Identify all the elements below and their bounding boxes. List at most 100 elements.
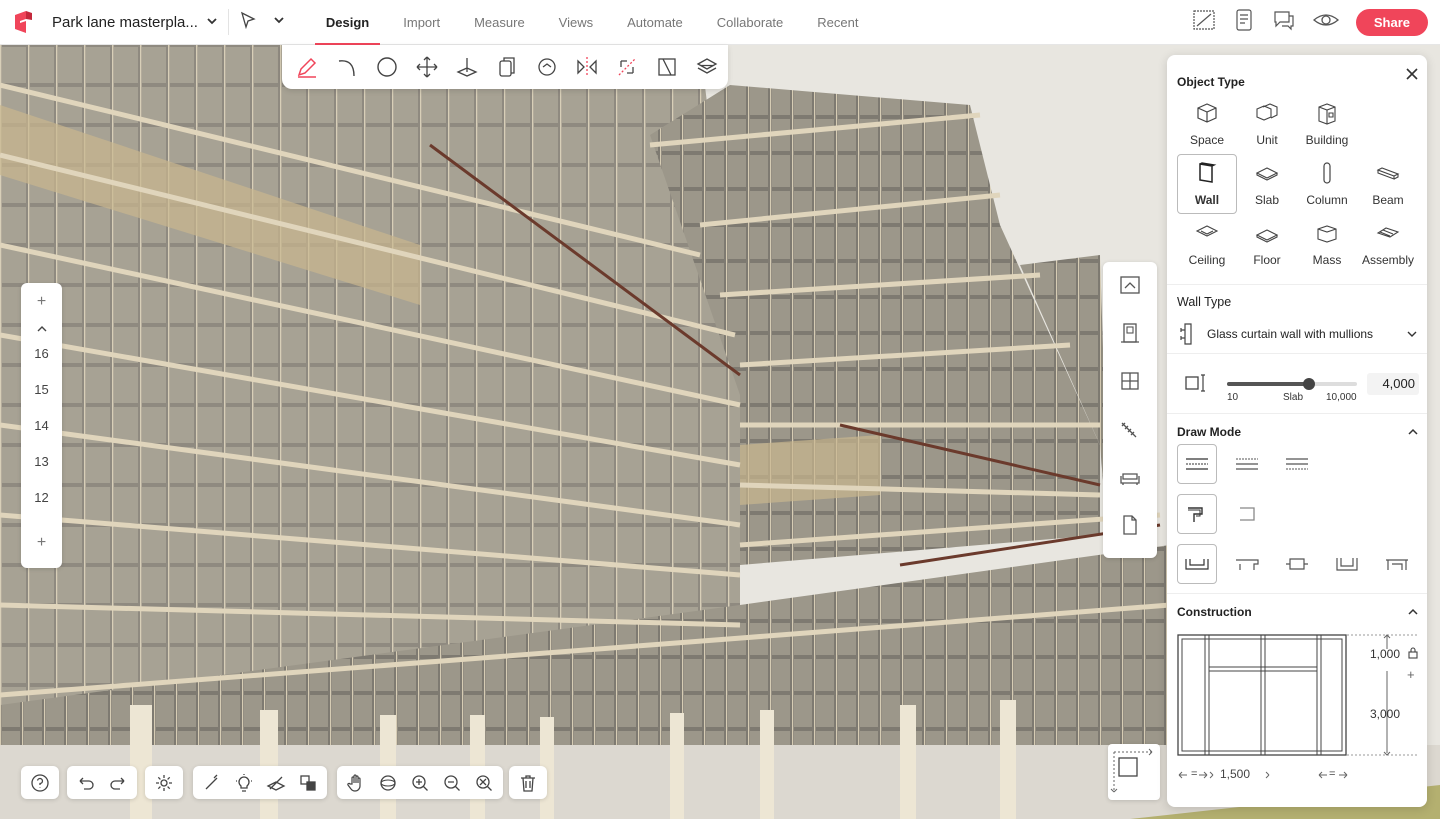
cost-report-icon[interactable] xyxy=(1232,8,1256,37)
object-floor[interactable]: Floor xyxy=(1237,215,1297,273)
furniture-tool[interactable] xyxy=(1113,460,1147,494)
import-model-tool[interactable] xyxy=(1113,268,1147,302)
add-row-icon[interactable]: + xyxy=(1407,667,1415,682)
chevron-up-icon[interactable] xyxy=(1407,606,1419,620)
level-item[interactable]: 15 xyxy=(21,371,62,407)
delete-button[interactable] xyxy=(515,770,541,796)
document-tool[interactable] xyxy=(1113,508,1147,542)
join-left-button[interactable] xyxy=(1227,544,1267,584)
comments-icon[interactable] xyxy=(1272,8,1296,37)
height-max: 10,000 xyxy=(1326,392,1357,403)
tab-views[interactable]: Views xyxy=(548,0,604,45)
object-building[interactable]: Building xyxy=(1297,95,1357,153)
floor-icon xyxy=(1255,229,1279,243)
height-input[interactable]: 4,000 xyxy=(1367,373,1419,395)
tab-collaborate[interactable]: Collaborate xyxy=(706,0,795,45)
pan-tool[interactable] xyxy=(343,770,369,796)
level-item[interactable]: 14 xyxy=(21,407,62,443)
join-inside-button[interactable] xyxy=(1327,544,1367,584)
app-logo[interactable] xyxy=(12,10,36,34)
draw-interior-button[interactable] xyxy=(1227,444,1267,484)
tab-design[interactable]: Design xyxy=(314,0,381,46)
door-tool[interactable] xyxy=(1113,316,1147,350)
zoom-extents-tool[interactable] xyxy=(471,770,497,796)
copy-tool[interactable] xyxy=(494,54,520,80)
chevron-up-icon[interactable] xyxy=(1407,426,1419,440)
assembly-icon xyxy=(1376,227,1400,238)
eye-icon[interactable] xyxy=(1312,8,1340,37)
floorplan-icon[interactable] xyxy=(1192,8,1216,37)
join-butt-button[interactable] xyxy=(1177,544,1217,584)
height-slider-thumb[interactable] xyxy=(1302,378,1315,390)
level-item[interactable]: 16 xyxy=(21,335,62,371)
rotate-tool[interactable] xyxy=(534,54,560,80)
lock-icon[interactable] xyxy=(1408,647,1418,662)
help-button[interactable] xyxy=(27,770,53,796)
tab-measure[interactable]: Measure xyxy=(463,0,536,45)
section-tool[interactable] xyxy=(654,54,680,80)
select-tool-button[interactable] xyxy=(239,11,285,34)
circle-tool[interactable] xyxy=(374,54,400,80)
zoom-out-tool[interactable] xyxy=(439,770,465,796)
height-slider-fill xyxy=(1227,382,1309,386)
top-bar: Park lane masterpla... Design Import Mea… xyxy=(0,0,1440,46)
draw-exterior-button[interactable] xyxy=(1277,444,1317,484)
draw-single-button[interactable] xyxy=(1227,494,1267,534)
material-tool[interactable] xyxy=(694,54,720,80)
undo-button[interactable] xyxy=(73,770,99,796)
add-level-top-button[interactable]: + xyxy=(21,283,62,321)
join-outside-button[interactable] xyxy=(1377,544,1417,584)
delete-group xyxy=(509,766,547,799)
object-mass[interactable]: Mass xyxy=(1297,215,1357,273)
sofa-icon xyxy=(1120,473,1140,485)
construction-middle-value[interactable]: 3,000 xyxy=(1370,707,1400,721)
push-pull-tool[interactable] xyxy=(454,54,480,80)
object-space[interactable]: Space xyxy=(1177,95,1237,153)
object-slab[interactable]: Slab xyxy=(1237,155,1297,213)
stairs-tool[interactable] xyxy=(1113,412,1147,446)
join-mid-button[interactable] xyxy=(1277,544,1317,584)
share-button[interactable]: Share xyxy=(1355,9,1428,36)
object-beam[interactable]: Beam xyxy=(1358,155,1418,213)
height-slider[interactable] xyxy=(1227,378,1357,390)
object-ceiling[interactable]: Ceiling xyxy=(1177,215,1237,273)
tab-automate[interactable]: Automate xyxy=(616,0,694,45)
chevron-up-icon[interactable] xyxy=(37,321,47,335)
orbit-tool[interactable] xyxy=(375,770,401,796)
construction-title: Construction xyxy=(1177,605,1252,619)
construction-bottom-dims: = 1,500 = xyxy=(1177,767,1421,783)
split-tool[interactable] xyxy=(614,54,640,80)
construction-top-value[interactable]: 1,000 xyxy=(1370,647,1400,661)
section-plane-tool[interactable] xyxy=(263,770,289,796)
help-group xyxy=(21,766,59,799)
project-selector[interactable]: Park lane masterpla... xyxy=(52,14,218,31)
draw-centerline-button[interactable] xyxy=(1177,444,1217,484)
settings-button[interactable] xyxy=(151,770,177,796)
object-label: Floor xyxy=(1253,253,1281,267)
arc-tool[interactable] xyxy=(334,54,360,80)
object-unit[interactable]: Unit xyxy=(1237,95,1297,153)
draw-chain-button[interactable] xyxy=(1177,494,1217,534)
layers-tool[interactable] xyxy=(295,770,321,796)
wall-type-dropdown[interactable]: Glass curtain wall with mullions xyxy=(1177,321,1421,347)
left-join-icon xyxy=(1236,559,1259,570)
move-tool[interactable] xyxy=(414,54,440,80)
zoom-in-tool[interactable] xyxy=(407,770,433,796)
object-column[interactable]: Column xyxy=(1297,155,1357,213)
add-level-bottom-button[interactable]: + xyxy=(21,525,62,561)
hide-icon xyxy=(205,774,218,789)
tab-recent[interactable]: Recent xyxy=(806,0,869,45)
pencil-tool[interactable] xyxy=(294,54,320,80)
tab-import[interactable]: Import xyxy=(392,0,451,45)
object-wall[interactable]: Wall xyxy=(1177,154,1237,214)
window-tool[interactable] xyxy=(1113,364,1147,398)
level-item[interactable]: 12 xyxy=(21,479,62,515)
view-frame-control[interactable] xyxy=(1108,744,1160,800)
light-tool[interactable] xyxy=(231,770,257,796)
object-assembly[interactable]: Assembly xyxy=(1358,215,1418,273)
redo-button[interactable] xyxy=(105,770,131,796)
mirror-tool[interactable] xyxy=(574,54,600,80)
level-item[interactable]: 13 xyxy=(21,443,62,479)
close-icon[interactable] xyxy=(1405,67,1419,84)
hide-tool[interactable] xyxy=(199,770,225,796)
